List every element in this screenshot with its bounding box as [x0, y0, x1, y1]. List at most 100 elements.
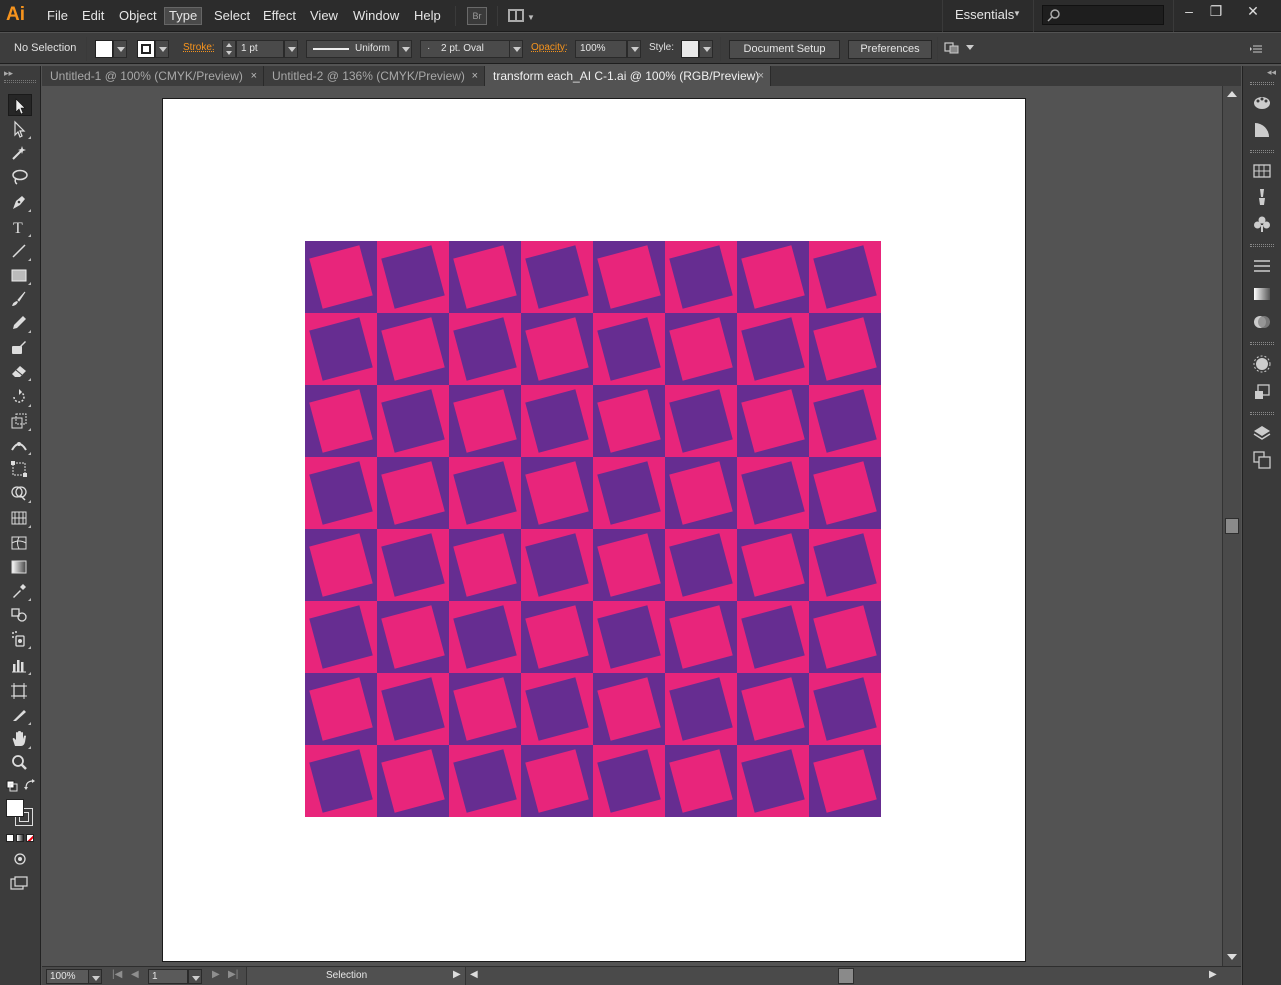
graphic-style-swatch[interactable]: [681, 40, 699, 58]
tab-untitled-2[interactable]: Untitled-2 @ 136% (CMYK/Preview) ×: [264, 66, 485, 86]
stroke-profile-dropdown[interactable]: [398, 40, 412, 58]
screen-mode-icon[interactable]: [10, 876, 28, 890]
swap-fill-stroke-icon[interactable]: [24, 779, 36, 791]
menu-object[interactable]: Object: [115, 7, 161, 25]
previous-artboard-icon[interactable]: ◀: [131, 969, 139, 980]
symbols-panel-icon[interactable]: [1252, 214, 1272, 234]
preferences-button[interactable]: Preferences: [848, 40, 932, 59]
arrange-icon[interactable]: [944, 41, 960, 55]
artboard-dropdown[interactable]: [188, 969, 202, 984]
menu-window[interactable]: Window: [349, 7, 403, 25]
eraser-tool-icon[interactable]: [8, 360, 32, 382]
scroll-right-icon[interactable]: ▶: [1209, 969, 1217, 980]
hand-tool-icon[interactable]: [8, 728, 32, 750]
fill-dropdown[interactable]: [113, 40, 127, 58]
brush-dropdown[interactable]: [509, 40, 523, 58]
pen-tool-icon[interactable]: [8, 191, 32, 213]
blob-brush-tool-icon[interactable]: [8, 336, 32, 358]
bridge-button[interactable]: Br: [467, 7, 487, 25]
horizontal-scroll-thumb[interactable]: [838, 968, 854, 984]
menu-edit[interactable]: Edit: [78, 7, 108, 25]
blend-tool-icon[interactable]: [8, 604, 32, 626]
stroke-weight-dropdown[interactable]: [284, 40, 298, 58]
stroke-panel-icon[interactable]: [1252, 256, 1272, 276]
scroll-down-icon[interactable]: [1227, 954, 1237, 960]
chevron-down-icon[interactable]: ▼: [1013, 9, 1021, 18]
opacity-field[interactable]: 100%: [575, 40, 627, 58]
collapse-toolbar-icon[interactable]: ▸▸: [4, 68, 13, 79]
slice-tool-icon[interactable]: [8, 704, 32, 726]
artboard-number-field[interactable]: 1: [148, 969, 188, 984]
menu-view[interactable]: View: [306, 7, 342, 25]
arrange-documents-button[interactable]: ▼: [508, 7, 536, 25]
layers-panel-icon[interactable]: [1252, 423, 1272, 443]
fill-swatch[interactable]: [95, 40, 113, 58]
artboards-panel-icon[interactable]: [1252, 450, 1272, 470]
rectangle-tool-icon[interactable]: [8, 264, 32, 286]
pencil-tool-icon[interactable]: [8, 312, 32, 334]
vertical-scroll-thumb[interactable]: [1225, 518, 1239, 534]
panel-grip[interactable]: [1250, 244, 1274, 247]
column-graph-tool-icon[interactable]: [8, 654, 32, 676]
next-artboard-icon[interactable]: ▶: [212, 969, 220, 980]
menu-file[interactable]: File: [43, 7, 72, 25]
first-artboard-icon[interactable]: |◀: [112, 969, 122, 980]
close-window-button[interactable]: ✕: [1240, 2, 1266, 20]
draw-mode-icon[interactable]: [12, 852, 28, 866]
panel-grip[interactable]: [1250, 342, 1274, 345]
expand-panels-icon[interactable]: ◂◂: [1267, 67, 1276, 78]
last-artboard-icon[interactable]: ▶|: [228, 969, 238, 980]
free-transform-tool-icon[interactable]: [8, 458, 32, 480]
lasso-tool-icon[interactable]: [8, 166, 32, 188]
gradient-mode-icon[interactable]: [16, 834, 24, 842]
color-guide-icon[interactable]: [1252, 120, 1272, 140]
menu-effect[interactable]: Effect: [259, 7, 300, 25]
type-tool-icon[interactable]: T: [8, 216, 32, 238]
close-icon[interactable]: ×: [251, 66, 257, 86]
rotate-tool-icon[interactable]: [8, 386, 32, 408]
symbol-sprayer-tool-icon[interactable]: [8, 628, 32, 650]
graphic-style-dropdown[interactable]: [699, 40, 713, 58]
brush-definition-field[interactable]: · 2 pt. Oval: [420, 40, 510, 58]
panel-grip[interactable]: [1250, 150, 1274, 153]
stroke-swatch[interactable]: [137, 40, 155, 58]
panel-grip[interactable]: [1250, 82, 1274, 85]
checkerboard-artwork[interactable]: [305, 241, 881, 817]
eyedropper-tool-icon[interactable]: [8, 580, 32, 602]
artboard-tool-icon[interactable]: [8, 680, 32, 702]
tab-untitled-1[interactable]: Untitled-1 @ 100% (CMYK/Preview) ×: [42, 66, 264, 86]
selection-tool-icon[interactable]: [8, 94, 32, 116]
zoom-dropdown[interactable]: [88, 969, 102, 984]
none-mode-icon[interactable]: [26, 834, 34, 842]
toolbar-grip[interactable]: [4, 80, 36, 83]
scroll-up-icon[interactable]: [1227, 91, 1237, 97]
gradient-panel-icon[interactable]: [1252, 284, 1272, 304]
scroll-left-icon[interactable]: ◀: [470, 969, 478, 980]
menu-select[interactable]: Select: [210, 7, 254, 25]
zoom-field[interactable]: 100%: [46, 969, 92, 984]
close-icon[interactable]: ×: [472, 66, 478, 86]
swatches-panel-icon[interactable]: [1252, 161, 1272, 181]
stroke-dropdown[interactable]: [155, 40, 169, 58]
restore-button[interactable]: ❐: [1203, 2, 1229, 20]
stroke-weight-field[interactable]: 1 pt: [236, 40, 284, 58]
mesh-tool-icon[interactable]: [8, 532, 32, 554]
fill-color-box[interactable]: [6, 799, 24, 817]
menu-type[interactable]: Type: [164, 7, 203, 25]
stroke-stepper[interactable]: [222, 40, 236, 58]
status-menu-arrow-icon[interactable]: ▶: [453, 969, 461, 980]
opacity-label[interactable]: Opacity:: [531, 42, 568, 53]
minimize-button[interactable]: –: [1176, 2, 1202, 20]
workspace-switcher[interactable]: Essentials: [955, 7, 1014, 22]
color-panel-icon[interactable]: [1252, 92, 1272, 112]
panel-grip[interactable]: [1250, 412, 1274, 415]
stroke-profile-field[interactable]: Uniform: [306, 40, 398, 58]
default-fill-stroke-icon[interactable]: [6, 780, 18, 792]
transparency-panel-icon[interactable]: [1252, 312, 1272, 332]
gradient-tool-icon[interactable]: [8, 556, 32, 578]
panel-menu-icon[interactable]: [1250, 44, 1262, 54]
appearance-panel-icon[interactable]: [1252, 354, 1272, 374]
perspective-grid-tool-icon[interactable]: [8, 507, 32, 529]
document-setup-button[interactable]: Document Setup: [729, 40, 840, 59]
document-canvas[interactable]: [42, 86, 1222, 966]
